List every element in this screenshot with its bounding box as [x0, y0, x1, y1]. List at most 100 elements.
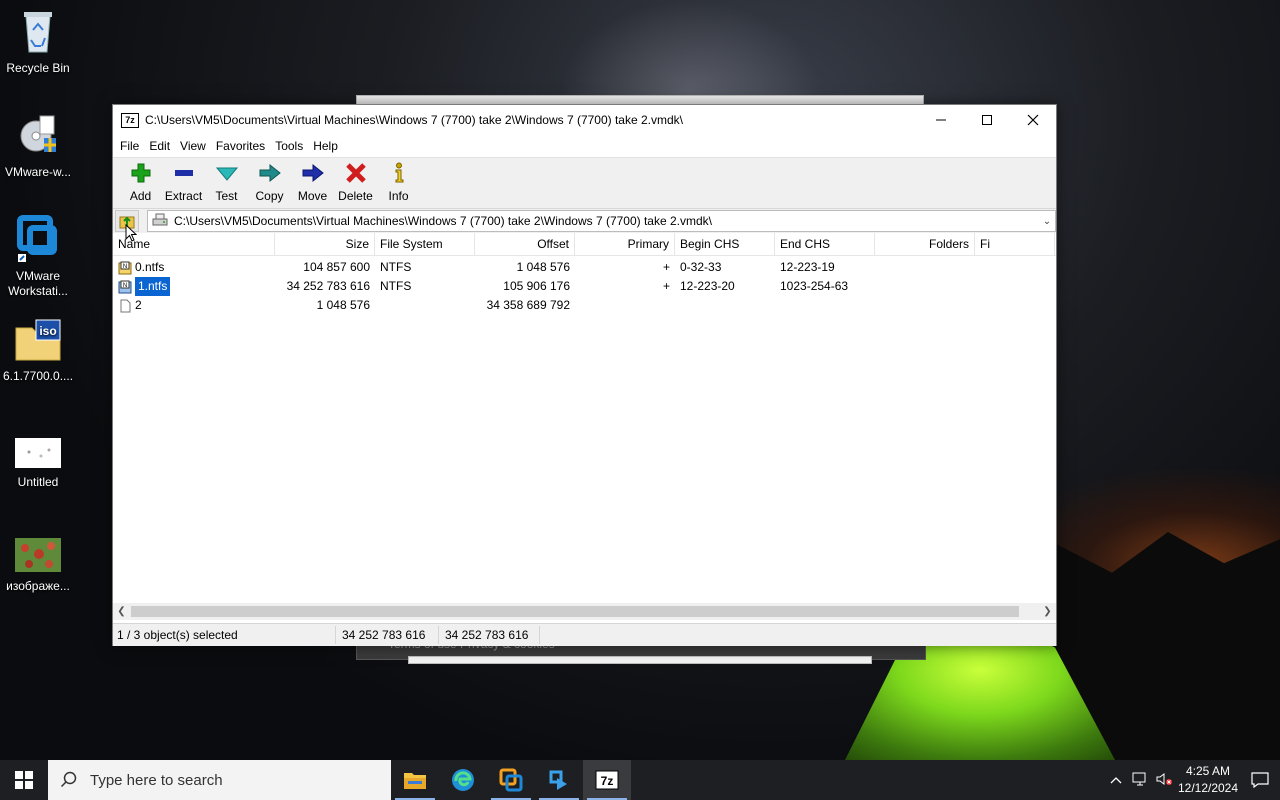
column-fi[interactable]: Fi: [975, 233, 1055, 255]
desktop-icon-vmware-installer[interactable]: VMware-w...: [0, 112, 76, 180]
horizontal-scrollbar[interactable]: ❮ ❯: [113, 603, 1056, 620]
row-name: 1.ntfs: [135, 277, 171, 296]
desktop-icon-label: Recycle Bin: [6, 61, 70, 75]
menu-favorites[interactable]: Favorites: [211, 135, 270, 157]
row-begin-chs: 12-223-20: [680, 279, 735, 293]
address-dropdown-icon[interactable]: ⌄: [1039, 216, 1055, 227]
system-tray: 4:25 AM 12/12/2024: [1104, 760, 1280, 800]
minimize-button[interactable]: [918, 105, 964, 135]
desktop-icon-label: Untitled: [17, 475, 59, 489]
search-placeholder: Type here to search: [90, 771, 223, 789]
image-file-icon: [0, 438, 76, 471]
background-window-strip: [408, 656, 872, 664]
column-name[interactable]: Name: [113, 233, 275, 255]
column-size[interactable]: Size: [275, 233, 375, 255]
desktop-icon-label: 6.1.7700.0....: [2, 369, 74, 383]
window-title: C:\Users\VM5\Documents\Virtual Machines\…: [145, 113, 683, 127]
clock-time: 4:25 AM: [1185, 764, 1231, 778]
menu-file[interactable]: File: [115, 135, 144, 157]
desktop-icon-label: изображе...: [6, 579, 70, 593]
drive-icon: [152, 213, 168, 230]
desktop-icon-vmware-workstation[interactable]: VMware Workstati...: [0, 214, 76, 299]
desktop-icon-iso-file[interactable]: iso 6.1.7700.0....: [0, 318, 76, 384]
taskbar-vmware-player[interactable]: [535, 760, 583, 800]
scrollbar-thumb[interactable]: [131, 606, 1019, 617]
taskbar-vmware-workstation[interactable]: [487, 760, 535, 800]
menu-tools[interactable]: Tools: [270, 135, 308, 157]
scroll-left-icon[interactable]: ❮: [113, 606, 130, 617]
copy-arrow-icon: [248, 162, 291, 184]
table-row[interactable]: N 0.ntfs 104 857 600 NTFS 1 048 576 + 0-…: [113, 258, 1056, 277]
clock-date: 12/12/2024: [1177, 781, 1239, 795]
row-end-chs: 12-223-19: [780, 260, 835, 274]
menu-help[interactable]: Help: [308, 135, 343, 157]
taskbar-search-box[interactable]: Type here to search: [48, 760, 391, 800]
close-icon: [1027, 114, 1039, 126]
row-primary: +: [662, 260, 670, 274]
column-offset[interactable]: Offset: [475, 233, 575, 255]
notification-center-button[interactable]: [1240, 772, 1280, 788]
desktop-icon-image[interactable]: изображе...: [0, 538, 76, 594]
row-file-system: NTFS: [380, 260, 412, 274]
iso-file-icon: iso: [0, 318, 76, 365]
add-button[interactable]: Add: [119, 158, 162, 203]
table-row-selected[interactable]: N 1.ntfs 34 252 783 616 NTFS 105 906 176…: [113, 277, 1056, 296]
desktop-icon-untitled[interactable]: Untitled: [0, 438, 76, 490]
info-button[interactable]: Info: [377, 158, 420, 203]
column-end-chs[interactable]: End CHS: [775, 233, 875, 255]
taskbar-clock[interactable]: 4:25 AM 12/12/2024: [1176, 763, 1240, 797]
taskbar-7zip[interactable]: 7z: [583, 760, 631, 800]
start-button[interactable]: [0, 760, 48, 800]
move-button[interactable]: Move: [291, 158, 334, 203]
column-primary[interactable]: Primary: [575, 233, 675, 255]
test-button[interactable]: Test: [205, 158, 248, 203]
status-selection: 1 / 3 object(s) selected: [113, 626, 336, 644]
column-folders[interactable]: Folders: [875, 233, 975, 255]
recycle-bin-icon: [0, 8, 76, 57]
delete-button[interactable]: Delete: [334, 158, 377, 203]
info-label: Info: [388, 189, 409, 203]
menu-bar: File Edit View Favorites Tools Help: [113, 135, 1056, 157]
row-file-system: NTFS: [380, 279, 412, 293]
file-list: Name Size File System Offset Primary Beg…: [113, 233, 1056, 603]
close-button[interactable]: [1010, 105, 1056, 135]
menu-view[interactable]: View: [175, 135, 211, 157]
7zip-icon: 7z: [595, 770, 619, 790]
address-field[interactable]: C:\Users\VM5\Documents\Virtual Machines\…: [147, 210, 1056, 232]
svg-text:7z: 7z: [601, 774, 614, 788]
vmware-installer-icon: [0, 112, 76, 161]
copy-button[interactable]: Copy: [248, 158, 291, 203]
column-file-system[interactable]: File System: [375, 233, 475, 255]
delete-label: Delete: [338, 189, 373, 203]
row-size: 34 252 783 616: [286, 279, 370, 293]
edge-icon: [452, 769, 474, 791]
show-hidden-icons-chevron-icon[interactable]: [1104, 773, 1128, 787]
mouse-cursor-icon: [125, 224, 137, 242]
row-offset: 1 048 576: [516, 260, 570, 274]
svg-text:iso: iso: [39, 324, 56, 338]
taskbar-file-explorer[interactable]: [391, 760, 439, 800]
extract-button[interactable]: Extract: [162, 158, 205, 203]
taskbar-edge[interactable]: [439, 760, 487, 800]
title-bar[interactable]: 7z C:\Users\VM5\Documents\Virtual Machin…: [113, 105, 1056, 135]
desktop-icon-recycle-bin[interactable]: Recycle Bin: [0, 8, 76, 76]
network-icon[interactable]: [1128, 771, 1152, 790]
table-row[interactable]: 2 1 048 576 34 358 689 792: [113, 296, 1056, 315]
column-header-row: Name Size File System Offset Primary Beg…: [113, 233, 1056, 256]
row-size: 104 857 600: [303, 260, 370, 274]
test-label: Test: [215, 189, 238, 203]
minus-icon: [162, 162, 205, 184]
maximize-button[interactable]: [964, 105, 1010, 135]
column-begin-chs[interactable]: Begin CHS: [675, 233, 775, 255]
volume-muted-icon[interactable]: [1152, 771, 1176, 790]
row-size: 1 048 576: [316, 298, 370, 312]
svg-text:N: N: [123, 264, 127, 270]
info-icon: [377, 162, 420, 184]
toolbar: Add Extract Test Copy Move Delete Info: [113, 157, 1056, 208]
row-name: 0.ntfs: [135, 260, 165, 274]
notification-icon: [1251, 772, 1269, 788]
menu-edit[interactable]: Edit: [144, 135, 175, 157]
scroll-right-icon[interactable]: ❯: [1039, 606, 1056, 617]
status-bar: 1 / 3 object(s) selected 34 252 783 616 …: [113, 623, 1056, 646]
photo-thumbnail-icon: [0, 538, 76, 575]
